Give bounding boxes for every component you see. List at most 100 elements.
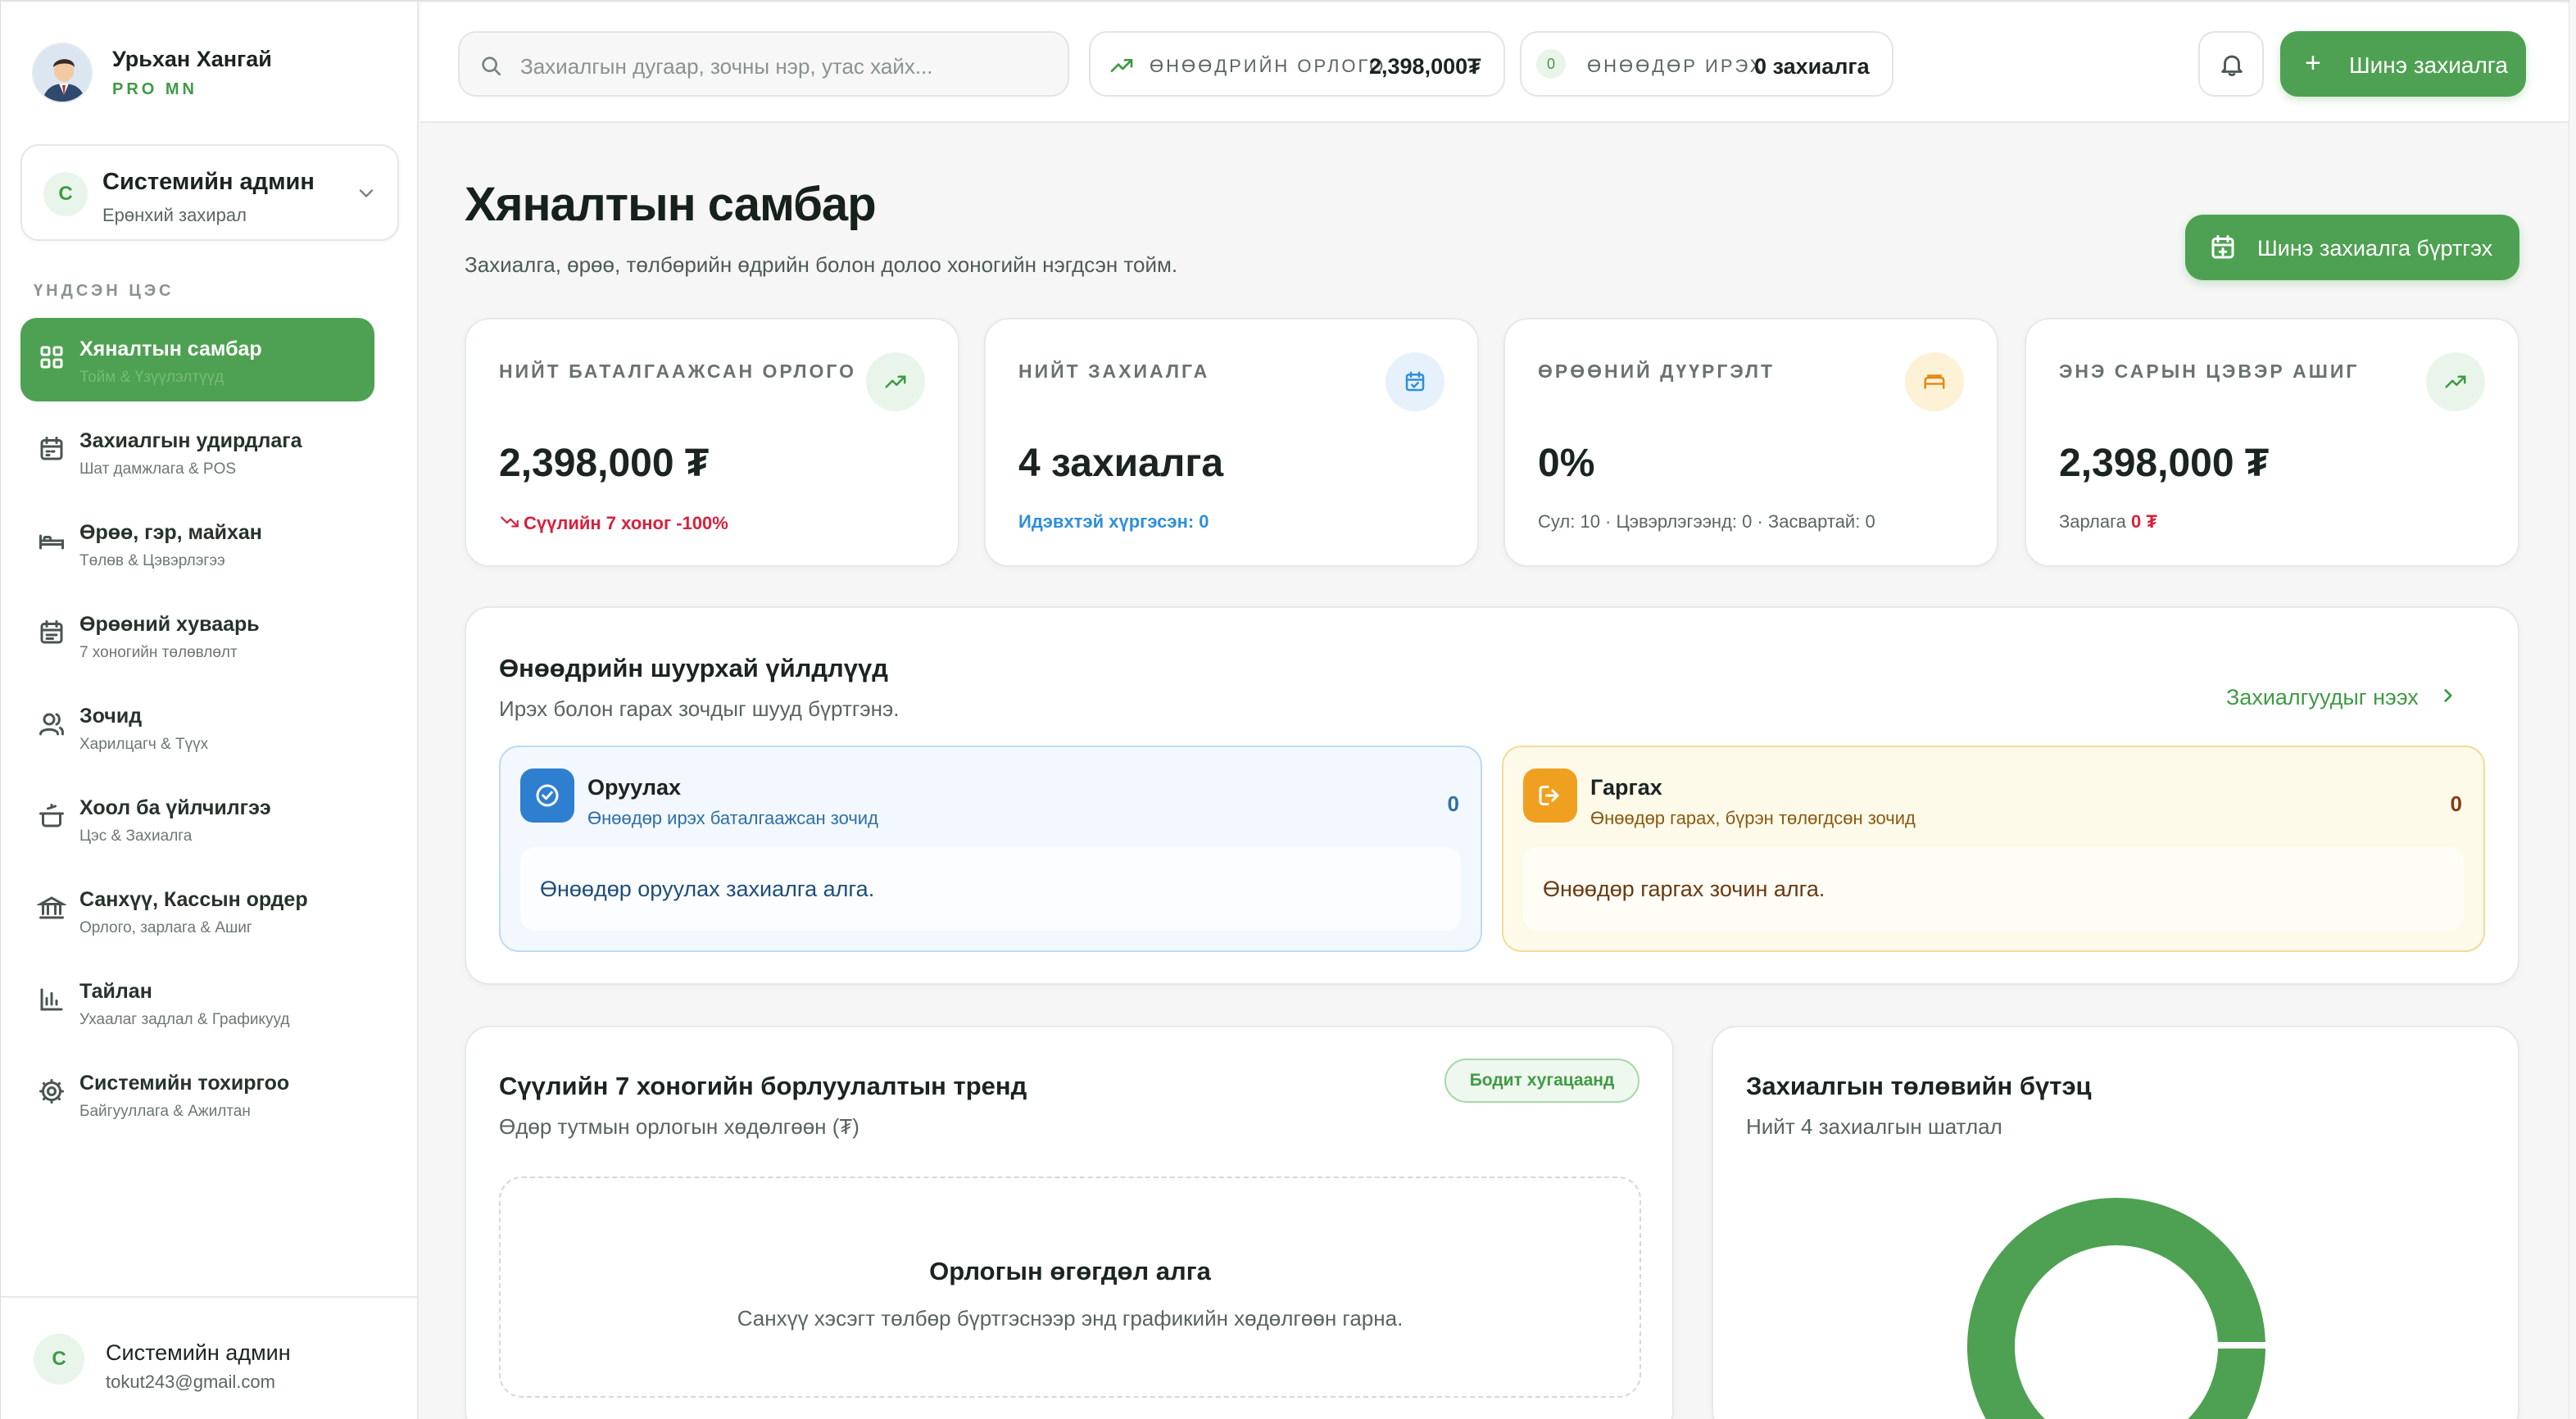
stat-label: ЭНЭ САРЫН ЦЭВЭР АШИГ [2059,360,2360,382]
role-title: Системийн админ [102,169,315,195]
trend-empty-title: Орлогын өгөгдөл алга [929,1257,1211,1285]
quick-actions-subtitle: Ирэх болон гарах зочдыг шууд бүртгэнэ. [499,696,900,721]
sidebar-item-label: Захиалгын удирдлага [79,429,302,452]
sidebar-item-label: Өрөө, гэр, майхан [79,521,262,544]
stat-card-confirmed-income: НИЙТ БАТАЛГААЖСАН ОРЛОГО 2,398,000 ₮ Сүү… [465,318,959,567]
stat-label: НИЙТ БАТАЛГААЖСАН ОРЛОГО [499,360,856,382]
page-title: Хяналтын самбар [465,178,877,231]
arrivals-label: ӨНӨӨДӨР ИРЭХ [1587,56,1765,76]
stat-card-net-profit: ЭНЭ САРЫН ЦЭВЭР АШИГ 2,398,000 ₮ Зарлага… [2025,318,2519,567]
checkout-box[interactable]: Гаргах Өнөөдөр гарах, бүрэн төлөгдсөн зо… [1502,746,2485,952]
new-booking-button[interactable]: + Шинэ захиалга [2280,31,2526,97]
sidebar-item-sub: 7 хоногийн төлөвлөлт [79,644,238,661]
role-avatar: С [43,172,88,216]
stat-foot-text: Сүүлийн 7 хоног -100% [524,513,728,533]
log-out-icon [1523,768,1577,823]
sidebar-item-label: Зочид [79,705,143,728]
trending-down-icon [501,516,519,528]
quick-actions-title: Өнөөдрийн шуурхай үйлдлүүд [499,654,888,682]
donut-segment [1967,1198,2265,1419]
sidebar-item-settings[interactable]: Системийн тохиргоо Байгууллага & Ажилтан [20,1052,374,1136]
user-profile[interactable]: Урьхан Хангай PRO MN [32,43,272,103]
bell-icon [2221,55,2243,76]
grid-icon [40,346,63,369]
sidebar-item-food[interactable]: Хоол ба үйлчилгээ Цэс & Захиалга [20,777,374,860]
trend-title: Сүүлийн 7 хоногийн борлуулалтын тренд [499,1072,1027,1100]
account-name: Системийн админ [106,1340,291,1365]
user-name: Урьхан Хангай [112,47,272,71]
sidebar-item-dashboard[interactable]: Хяналтын самбар Тойм & Үзүүлэлтүүд [20,318,374,401]
checkout-count: 0 [2450,791,2462,816]
today-income-pill: ӨНӨӨДРИЙН ОРЛОГО 2,398,000₮ [1089,31,1505,97]
status-subtitle: Нийт 4 захиалгын шатлал [1746,1114,2002,1139]
check-circle-icon [520,768,574,823]
checkin-box[interactable]: Оруулах Өнөөдөр ирэх баталгаажсан зочид … [499,746,1482,952]
checkout-empty-state: Өнөөдөр гаргах зочин алга. [1523,847,2464,931]
realtime-badge: Бодит хугацаанд [1444,1059,1639,1103]
income-value: 2,398,000₮ [1369,54,1481,79]
bank-icon [37,896,66,919]
stat-value: 4 захиалга [1018,442,1224,485]
avatar [32,43,93,103]
app-frame: Урьхан Хангай PRO MN С Системийн админ Е… [0,0,2569,1419]
arrivals-value: 0 захиалга [1754,54,1870,79]
trending-up-icon [2426,352,2485,411]
status-donut-chart [1967,1198,2274,1419]
sidebar-item-label: Өрөөний хуваарь [79,613,260,636]
trend-subtitle: Өдөр тутмын орлогын хөдөлгөөн (₮) [499,1114,859,1139]
page-subtitle: Захиалга, өрөө, төлбөрийн өдрийн болон д… [465,252,1178,277]
expense-label: Зарлага [2059,511,2126,532]
sidebar-item-sub: Ухаалаг задлал & Графикууд [79,1011,290,1028]
sidebar-item-sub: Шат дамжлага & POS [79,460,237,478]
role-selector[interactable]: С Системийн админ Ерөнхий захирал [20,144,399,241]
top-bar: Захиалгын дугаар, зочны нэр, утас хайх..… [420,3,2569,123]
sidebar-item-sub: Төлөв & Цэвэрлэгээ [79,552,225,569]
checkin-subtitle: Өнөөдөр ирэх баталгаажсан зочид [587,808,878,828]
checkin-title: Оруулах [587,775,681,800]
gear-icon [39,1079,64,1104]
sidebar-item-label: Тайлан [79,980,152,1003]
trend-empty-state: Орлогын өгөгдөл алга Санхүү хэсэгт төлбө… [499,1176,1641,1398]
checkout-subtitle: Өнөөдөр гарах, бүрэн төлөгдсөн зочид [1590,808,1916,828]
sidebar-item-reports[interactable]: Тайлан Ухаалаг задлал & Графикууд [20,960,374,1044]
trending-up-icon [1110,59,1133,72]
account-email: tokut243@gmail.com [106,1371,275,1392]
sidebar-item-sub: Харилцагч & Түүх [79,736,209,753]
chevron-down-icon [359,189,374,197]
calendar-check-icon [1386,352,1444,411]
calendar-plus-icon [2211,235,2234,259]
calendar-icon [40,437,63,460]
checkin-empty-text: Өнөөдөр оруулах захиалга алга. [540,877,875,901]
checkin-count: 0 [1447,791,1459,816]
checkin-empty-state: Өнөөдөр оруулах захиалга алга. [520,847,1461,931]
open-bookings-label: Захиалгуудыг нээх [2226,685,2419,710]
stat-foot-text: Сул: 10 · Цэвэрлэгээнд: 0 · Засвартай: 0 [1538,511,1875,532]
sidebar-item-room-schedule[interactable]: Өрөөний хуваарь 7 хоногийн төлөвлөлт [20,593,374,677]
open-bookings-link[interactable]: Захиалгуудыг нээх [2226,685,2459,710]
bed-icon [1905,352,1964,411]
sidebar-item-label: Хяналтын самбар [79,338,262,360]
menu-heading: ҮНДСЭН ЦЭС [34,282,175,300]
stat-value: 0% [1538,442,1595,485]
sidebar-item-finance[interactable]: Санхүү, Кассын ордер Орлого, зарлага & А… [20,868,374,952]
bed-icon [39,534,64,550]
search-input[interactable]: Захиалгын дугаар, зочны нэр, утас хайх..… [458,31,1069,97]
register-booking-button[interactable]: Шинэ захиалга бүртгэх [2185,215,2519,280]
sidebar-item-sub: Тойм & Үзүүлэлтүүд [79,369,224,386]
stat-foot-text: Идэвхтэй хүргэсэн: 0 [1018,511,1209,532]
sidebar-item-sub: Орлого, зарлага & Ашиг [79,919,252,936]
sidebar-item-bookings[interactable]: Захиалгын удирдлага Шат дамжлага & POS [20,410,374,493]
stat-label: ӨРӨӨНИЙ ДҮҮРГЭЛТ [1538,360,1776,382]
role-subtitle: Ерөнхий захирал [102,205,247,225]
sidebar-footer-account[interactable]: С Системийн админ tokut243@gmail.com [1,1296,417,1419]
sidebar-item-guests[interactable]: Зочид Харилцагч & Түүх [20,685,374,768]
notifications-button[interactable] [2198,31,2264,97]
arrivals-count-badge: 0 [1536,49,1566,79]
sidebar-item-rooms[interactable]: Өрөө, гэр, майхан Төлөв & Цэвэрлэгээ [20,501,374,585]
sidebar: Урьхан Хангай PRO MN С Системийн админ Е… [1,2,419,1419]
sidebar-item-label: Хоол ба үйлчилгээ [79,796,271,819]
stat-foot: Зарлага 0 ₮ [2059,511,2157,533]
plan-tag: PRO MN [112,80,197,98]
expense-value: 0 ₮ [2130,511,2157,532]
stat-value: 2,398,000 ₮ [2059,442,2270,485]
